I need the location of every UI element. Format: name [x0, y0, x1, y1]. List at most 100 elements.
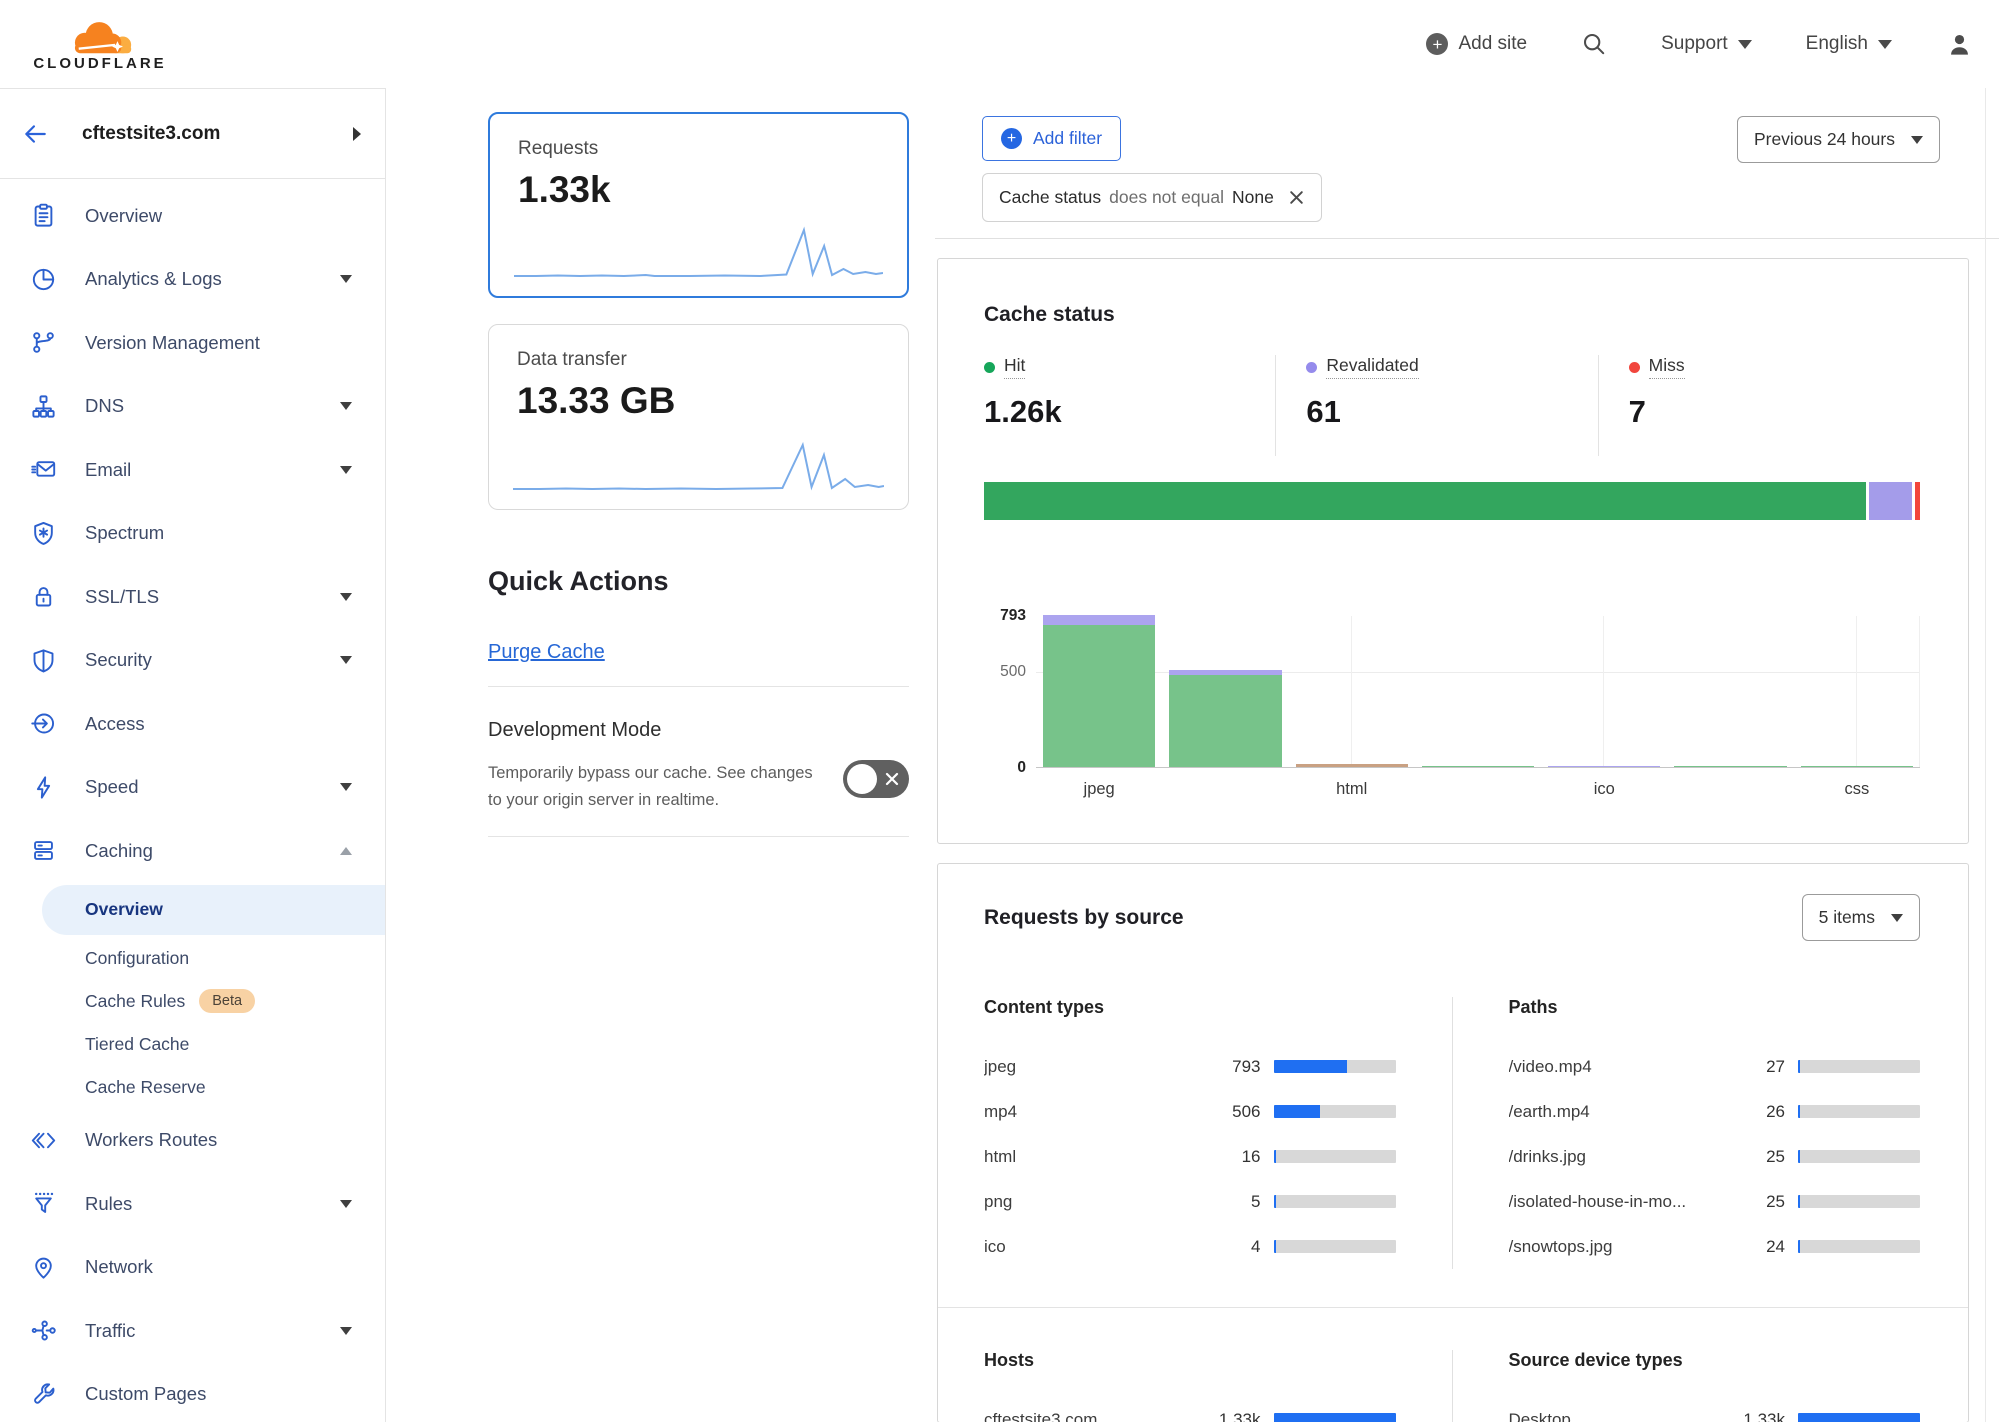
time-range-select[interactable]: Previous 24 hours — [1737, 116, 1940, 163]
divider — [488, 836, 909, 837]
server-stack-icon — [30, 837, 57, 864]
item-label: /snowtops.jpg — [1509, 1237, 1738, 1257]
purge-cache-link[interactable]: Purge Cache — [488, 641, 605, 664]
stat-legend[interactable]: Hit — [984, 355, 1025, 379]
sidebar-item-email[interactable]: Email — [0, 438, 385, 502]
sidebar-item-rules[interactable]: Rules — [0, 1172, 385, 1236]
add-site-label: Add site — [1458, 33, 1527, 55]
item-value: 24 — [1737, 1237, 1785, 1257]
chart-bar-html[interactable] — [1296, 764, 1408, 767]
sidebar-item-version-management[interactable]: Version Management — [0, 311, 385, 375]
stat-value: 61 — [1306, 394, 1597, 430]
sidebar-item-cache-rules[interactable]: Cache Rules Beta — [0, 980, 385, 1023]
sidebar-item-dns[interactable]: DNS — [0, 375, 385, 439]
stat-legend[interactable]: Miss — [1629, 355, 1685, 379]
add-filter-button[interactable]: + Add filter — [982, 116, 1121, 161]
item-bar — [1798, 1413, 1920, 1422]
sidebar-item-ssl-tls[interactable]: SSL/TLS — [0, 565, 385, 629]
sidebar-item-overview[interactable]: Overview — [0, 184, 385, 248]
toggle-knob — [847, 764, 877, 794]
cache-status-stacked-bar — [984, 482, 1920, 520]
sidebar-item-analytics-logs[interactable]: Analytics & Logs — [0, 248, 385, 312]
stacked-segment — [984, 482, 1866, 520]
list-item: png5 — [984, 1179, 1396, 1224]
item-value: 25 — [1737, 1147, 1785, 1167]
shield-icon — [30, 647, 57, 674]
back-arrow-icon[interactable] — [22, 121, 48, 147]
sidebar-item-speed[interactable]: Speed — [0, 756, 385, 820]
item-label: ico — [984, 1237, 1213, 1257]
user-icon[interactable] — [1946, 31, 1973, 58]
scrollbar[interactable] — [1985, 88, 1986, 1422]
chevron-right-icon[interactable] — [353, 127, 361, 141]
chart-bar-jpeg[interactable] — [1043, 615, 1155, 767]
sidebar-item-traffic[interactable]: Traffic — [0, 1299, 385, 1363]
list-item: /isolated-house-in-mo...25 — [1509, 1179, 1921, 1224]
bar-segment — [1296, 764, 1408, 767]
add-site-button[interactable]: + Add site — [1426, 33, 1527, 55]
support-menu[interactable]: Support — [1661, 33, 1752, 55]
location-pin-icon — [30, 1254, 57, 1281]
chart-bar-css[interactable] — [1801, 766, 1913, 767]
branch-icon — [30, 329, 57, 356]
bar-segment — [1548, 766, 1660, 767]
sidebar-item-security[interactable]: Security — [0, 629, 385, 693]
chart-bar-ico[interactable] — [1548, 766, 1660, 767]
gridline — [1351, 616, 1352, 767]
item-bar — [1274, 1240, 1396, 1253]
sidebar-item-tiered-cache[interactable]: Tiered Cache — [0, 1023, 385, 1066]
sidebar-item-network[interactable]: Network — [0, 1236, 385, 1300]
list-item: /earth.mp426 — [1509, 1089, 1921, 1134]
item-label: png — [984, 1192, 1213, 1212]
metric-label: Requests — [518, 138, 879, 160]
chevron-down-icon — [1878, 40, 1892, 49]
filter-chip[interactable]: Cache status does not equal None — [982, 173, 1322, 222]
bar-segment — [1422, 766, 1534, 767]
chevron-down-icon — [340, 783, 352, 791]
source-device-types-title: Source device types — [1509, 1350, 1921, 1371]
sidebar-item-caching-overview[interactable]: Overview — [42, 885, 385, 935]
item-value: 26 — [1737, 1102, 1785, 1122]
stat-legend[interactable]: Revalidated — [1306, 355, 1418, 379]
development-mode-toggle[interactable] — [843, 760, 909, 798]
sidebar-item-spectrum[interactable]: Spectrum — [0, 502, 385, 566]
support-label: Support — [1661, 33, 1728, 55]
sidebar-item-caching-configuration[interactable]: Configuration — [0, 937, 385, 980]
stat-label: Miss — [1649, 355, 1685, 379]
search-icon[interactable] — [1581, 31, 1607, 57]
sidebar-item-workers-routes[interactable]: Workers Routes — [0, 1109, 385, 1173]
item-value: 5 — [1213, 1192, 1261, 1212]
list-item: mp4506 — [984, 1089, 1396, 1134]
data-transfer-metric-card[interactable]: Data transfer 13.33 GB — [488, 324, 909, 510]
language-menu[interactable]: English — [1806, 33, 1892, 55]
chart-bar-other[interactable] — [1674, 766, 1786, 767]
chart-bar-mp4[interactable] — [1169, 670, 1281, 767]
close-icon[interactable] — [1288, 189, 1305, 206]
gridline — [1856, 616, 1857, 767]
item-label: /drinks.jpg — [1509, 1147, 1738, 1167]
items-count-select[interactable]: 5 items — [1802, 894, 1920, 941]
item-value: 506 — [1213, 1102, 1261, 1122]
item-bar — [1274, 1195, 1396, 1208]
cache-status-stat: Revalidated 61 — [1275, 355, 1597, 456]
chevron-down-icon — [340, 1200, 352, 1208]
language-label: English — [1806, 33, 1868, 55]
clipboard-icon — [30, 202, 57, 229]
bar-segment — [1674, 766, 1786, 767]
sidebar-item-caching[interactable]: Caching — [0, 819, 385, 883]
sidebar-item-custom-pages[interactable]: Custom Pages — [0, 1363, 385, 1422]
sidebar-item-cache-reserve[interactable]: Cache Reserve — [0, 1066, 385, 1109]
development-mode-description: Temporarily bypass our cache. See change… — [488, 760, 813, 814]
sidebar-item-access[interactable]: Access — [0, 692, 385, 756]
beta-badge: Beta — [199, 989, 255, 1013]
list-item: /snowtops.jpg24 — [1509, 1224, 1921, 1269]
development-mode-title: Development Mode — [488, 719, 909, 742]
chart-bar-png[interactable] — [1422, 766, 1534, 767]
wrench-icon — [30, 1381, 57, 1408]
list-item: html16 — [984, 1134, 1396, 1179]
chevron-down-icon — [1911, 136, 1923, 144]
stat-value: 7 — [1629, 394, 1920, 430]
divider — [488, 686, 909, 687]
chevron-down-icon — [1891, 914, 1903, 922]
requests-metric-card[interactable]: Requests 1.33k — [488, 112, 909, 298]
